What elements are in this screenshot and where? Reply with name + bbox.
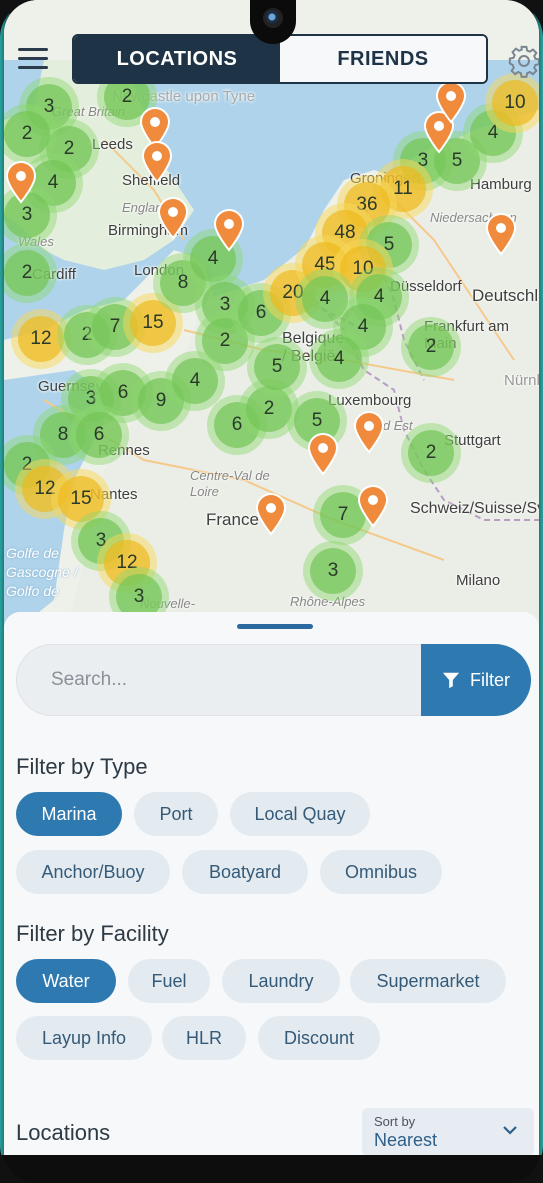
map-pin-icon[interactable] [156,196,190,240]
chip-fuel[interactable]: Fuel [128,959,210,1003]
filter-button[interactable]: Filter [421,644,531,716]
sort-dropdown[interactable]: Sort by Nearest [362,1108,534,1155]
screen: Great Britain Newcastle upon Tyne Leeds … [4,0,539,1155]
sheet-drag-handle[interactable] [237,624,313,629]
bottom-sheet: Filter Filter by Type Marina Port Local … [4,612,539,1155]
map-pin-icon[interactable] [352,410,386,454]
map-cluster[interactable]: 4 [302,276,348,322]
map-cluster[interactable]: 2 [4,250,50,296]
phone-frame: Great Britain Newcastle upon Tyne Leeds … [0,0,543,1183]
chip-omnibus[interactable]: Omnibus [320,850,442,894]
map-pin-icon[interactable] [140,140,174,184]
search-bar: Filter [16,644,531,716]
map-cluster[interactable]: 2 [408,430,454,476]
chip-boatyard[interactable]: Boatyard [182,850,308,894]
map-pin-icon[interactable] [254,492,288,536]
map-cluster[interactable]: 15 [130,300,176,346]
map-pin-icon[interactable] [212,208,246,252]
map-cluster[interactable]: 2 [4,111,50,157]
map-pin-icon[interactable] [356,484,390,528]
chip-marina[interactable]: Marina [16,792,122,836]
filter-button-label: Filter [470,669,510,690]
chip-hlr[interactable]: HLR [162,1016,246,1060]
map[interactable]: Great Britain Newcastle upon Tyne Leeds … [4,0,539,640]
map-cluster[interactable]: 2 [408,324,454,370]
chip-discount[interactable]: Discount [258,1016,380,1060]
map-label-france: France [206,510,259,529]
map-label-deutschland: Deutschland [472,286,539,305]
map-label-luxembourg: Luxembourg [328,392,412,409]
map-cluster[interactable]: 15 [58,476,104,522]
map-cluster[interactable]: 6 [76,412,122,458]
map-label-nurnberg: Nürnberg [504,372,539,389]
bottom-bezel [0,1155,543,1183]
map-pin-icon[interactable] [484,212,518,256]
chip-water[interactable]: Water [16,959,116,1003]
map-pin-icon[interactable] [306,432,340,476]
hamburger-icon[interactable] [18,48,48,70]
map-cluster[interactable]: 4 [172,358,218,404]
tab-friends[interactable]: FRIENDS [280,36,486,82]
map-pin-icon[interactable] [4,160,38,204]
locations-title: Locations [16,1120,111,1145]
map-cluster[interactable]: 10 [492,80,538,126]
chip-local-quay[interactable]: Local Quay [230,792,370,836]
chip-port[interactable]: Port [134,792,218,836]
front-camera [250,0,296,44]
chevron-down-icon [503,1126,517,1135]
map-label-milano: Milano [456,572,501,589]
filter-by-type-title: Filter by Type [16,754,148,779]
map-cluster[interactable]: 5 [254,344,300,390]
search-input[interactable] [51,665,411,695]
map-label-hamburg: Hamburg [470,176,532,193]
chip-supermarket[interactable]: Supermarket [350,959,506,1003]
map-cluster[interactable]: 2 [246,386,292,432]
chip-anchor-buoy[interactable]: Anchor/Buoy [16,850,170,894]
gear-icon[interactable] [507,44,539,78]
map-label-rhone-alpes: Rhône-Alpes [290,594,366,609]
map-label-golfe: Golfe de Gascogne / Golfo de [6,545,78,599]
map-cluster[interactable]: 4 [316,336,362,382]
filter-by-facility-title: Filter by Facility [16,921,169,946]
sort-label: Sort by [374,1114,416,1129]
tab-locations[interactable]: LOCATIONS [74,36,280,82]
funnel-icon [442,672,460,689]
map-cluster[interactable]: 12 [18,316,64,362]
map-cluster[interactable]: 3 [310,548,356,594]
map-label-schweiz: Schweiz/Suisse/Svizzera/Svizra [410,500,539,517]
chip-layup-info[interactable]: Layup Info [16,1016,152,1060]
map-pin-icon[interactable] [434,80,468,124]
map-label-leeds: Leeds [92,136,133,153]
sort-value: Nearest [374,1130,438,1150]
chip-laundry[interactable]: Laundry [222,959,340,1003]
